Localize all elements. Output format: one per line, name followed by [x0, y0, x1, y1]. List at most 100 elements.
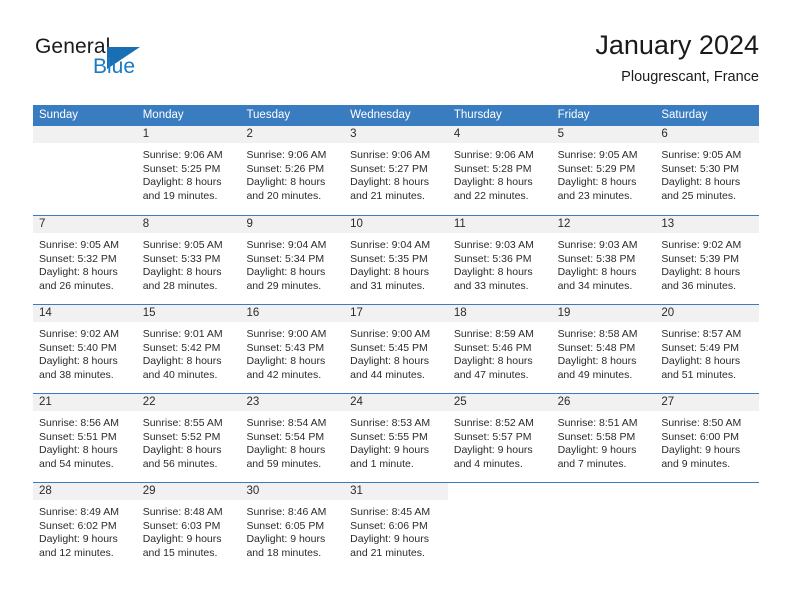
calendar-day-cell[interactable]: 7 Sunrise: 9:05 AM Sunset: 5:32 PM Daylight… — [33, 216, 137, 304]
sunset-text: Sunset: 6:06 PM — [350, 519, 428, 532]
sunrise-text: Sunrise: 8:57 AM — [661, 328, 742, 340]
day-details: Sunrise: 8:45 AM Sunset: 6:06 PM Daylight:… — [344, 500, 448, 560]
sunset-text: Sunset: 5:25 PM — [142, 162, 221, 175]
daylight-text: and 29 minutes. — [246, 279, 322, 292]
calendar-day-cell[interactable]: 12 Sunrise: 9:03 AM Sunset: 5:38 PM Dayligh… — [551, 216, 656, 304]
sunset-text: Sunset: 6:02 PM — [39, 519, 117, 532]
calendar-day-cell[interactable]: 28 Sunrise: 8:49 AM Sunset: 6:02 PM Dayligh… — [33, 483, 137, 571]
day-details: Sunrise: 9:02 AM Sunset: 5:40 PM Daylight:… — [33, 322, 137, 382]
calendar-day-cell[interactable]: 27 Sunrise: 8:50 AM Sunset: 6:00 PM Dayligh… — [655, 394, 760, 482]
daylight-text: Daylight: 8 hours — [246, 444, 326, 457]
sunrise-text: Sunrise: 9:04 AM — [350, 239, 431, 251]
calendar-day-cell[interactable]: 30 Sunrise: 8:46 AM Sunset: 6:05 PM Dayligh… — [240, 483, 345, 571]
calendar-day-cell[interactable]: 6 Sunrise: 9:05 AM Sunset: 5:30 PM Daylight… — [655, 126, 760, 215]
calendar-day-cell[interactable]: 8 Sunrise: 9:05 AM Sunset: 5:33 PM Daylight… — [136, 216, 241, 304]
calendar-weeks: 1 Sunrise: 9:06 AM Sunset: 5:25 PM Daylight… — [33, 126, 760, 571]
daylight-text: and 44 minutes. — [350, 368, 425, 381]
daylight-text: Daylight: 9 hours — [453, 444, 533, 457]
daylight-text: and 40 minutes. — [142, 368, 218, 381]
sunrise-text: Sunrise: 8:59 AM — [453, 328, 534, 340]
day-details: Sunrise: 8:53 AM Sunset: 5:55 PM Daylight:… — [344, 411, 448, 471]
daylight-text: Daylight: 8 hours — [142, 176, 222, 189]
calendar-day-cell[interactable]: 14 Sunrise: 9:02 AM Sunset: 5:40 PM Dayligh… — [33, 305, 137, 393]
daylight-text: and 42 minutes. — [246, 368, 322, 381]
calendar-cell-empty — [655, 483, 760, 571]
daylight-text: and 21 minutes. — [350, 546, 425, 559]
daylight-text: and 20 minutes. — [246, 189, 322, 202]
day-number: 12 — [551, 216, 656, 233]
sunrise-text: Sunrise: 9:06 AM — [350, 149, 431, 161]
daylight-text: Daylight: 8 hours — [557, 355, 637, 368]
calendar-day-cell[interactable]: 26 Sunrise: 8:51 AM Sunset: 5:58 PM Dayligh… — [551, 394, 656, 482]
calendar-cell-empty — [447, 483, 552, 571]
sunrise-text: Sunrise: 8:53 AM — [350, 417, 431, 429]
calendar-day-cell[interactable]: 31 Sunrise: 8:45 AM Sunset: 6:06 PM Dayligh… — [344, 483, 448, 571]
calendar-day-cell[interactable]: 3 Sunrise: 9:06 AM Sunset: 5:27 PM Daylight… — [344, 126, 448, 215]
calendar-day-cell[interactable]: 16 Sunrise: 9:00 AM Sunset: 5:43 PM Dayligh… — [240, 305, 345, 393]
calendar-day-cell[interactable]: 22 Sunrise: 8:55 AM Sunset: 5:52 PM Dayligh… — [136, 394, 241, 482]
calendar-week-row: 7 Sunrise: 9:05 AM Sunset: 5:32 PM Daylight… — [33, 215, 760, 304]
sunset-text: Sunset: 6:00 PM — [661, 430, 739, 443]
day-number: 14 — [33, 305, 137, 322]
day-details: Sunrise: 9:05 AM Sunset: 5:32 PM Daylight:… — [33, 233, 137, 293]
day-number: 7 — [33, 216, 137, 233]
daylight-text: Daylight: 8 hours — [453, 176, 533, 189]
daylight-text: and 23 minutes. — [557, 189, 633, 202]
sunrise-text: Sunrise: 9:05 AM — [557, 149, 638, 161]
day-number: 1 — [136, 126, 241, 143]
day-number — [447, 483, 552, 500]
sunset-text: Sunset: 5:28 PM — [453, 162, 532, 175]
day-number: 30 — [240, 483, 345, 500]
weekday-header-wednesday: Wednesday — [350, 109, 411, 121]
calendar-day-cell[interactable]: 4 Sunrise: 9:06 AM Sunset: 5:28 PM Daylight… — [447, 126, 552, 215]
calendar-day-cell[interactable]: 21 Sunrise: 8:56 AM Sunset: 5:51 PM Dayligh… — [33, 394, 137, 482]
sunrise-text: Sunrise: 9:00 AM — [246, 328, 327, 340]
sunrise-text: Sunrise: 9:03 AM — [557, 239, 638, 251]
sunrise-text: Sunrise: 8:50 AM — [661, 417, 742, 429]
daylight-text: Daylight: 8 hours — [661, 266, 741, 279]
sunrise-text: Sunrise: 8:55 AM — [142, 417, 223, 429]
general-blue-logo[interactable]: General Blue — [33, 36, 263, 94]
calendar-day-cell[interactable]: 10 Sunrise: 9:04 AM Sunset: 5:35 PM Dayligh… — [344, 216, 448, 304]
calendar-day-cell[interactable]: 24 Sunrise: 8:53 AM Sunset: 5:55 PM Dayligh… — [344, 394, 448, 482]
calendar-day-cell[interactable]: 17 Sunrise: 9:00 AM Sunset: 5:45 PM Dayligh… — [344, 305, 448, 393]
daylight-text: and 19 minutes. — [142, 189, 218, 202]
sunset-text: Sunset: 5:58 PM — [557, 430, 636, 443]
calendar-day-cell[interactable]: 25 Sunrise: 8:52 AM Sunset: 5:57 PM Dayligh… — [447, 394, 552, 482]
calendar-day-cell[interactable]: 2 Sunrise: 9:06 AM Sunset: 5:26 PM Daylight… — [240, 126, 345, 215]
daylight-text: Daylight: 8 hours — [39, 444, 118, 457]
calendar-day-cell[interactable]: 9 Sunrise: 9:04 AM Sunset: 5:34 PM Daylight… — [240, 216, 345, 304]
day-details: Sunrise: 8:46 AM Sunset: 6:05 PM Daylight:… — [240, 500, 344, 560]
calendar-day-cell[interactable]: 23 Sunrise: 8:54 AM Sunset: 5:54 PM Dayligh… — [240, 394, 345, 482]
calendar-day-cell[interactable]: 15 Sunrise: 9:01 AM Sunset: 5:42 PM Dayligh… — [136, 305, 241, 393]
day-number: 20 — [655, 305, 760, 322]
day-details: Sunrise: 9:06 AM Sunset: 5:27 PM Daylight:… — [344, 143, 448, 203]
daylight-text: Daylight: 8 hours — [246, 266, 326, 279]
day-details: Sunrise: 8:51 AM Sunset: 5:58 PM Daylight:… — [552, 411, 656, 471]
calendar-day-cell[interactable]: 5 Sunrise: 9:05 AM Sunset: 5:29 PM Daylight… — [551, 126, 656, 215]
calendar-week-row: 14 Sunrise: 9:02 AM Sunset: 5:40 PM Dayligh… — [33, 304, 760, 393]
daylight-text: Daylight: 8 hours — [350, 266, 429, 279]
calendar-day-cell[interactable]: 29 Sunrise: 8:48 AM Sunset: 6:03 PM Dayligh… — [136, 483, 241, 571]
day-number — [33, 126, 137, 143]
daylight-text: and 28 minutes. — [142, 279, 218, 292]
day-number: 21 — [33, 394, 137, 411]
calendar-day-cell[interactable]: 19 Sunrise: 8:58 AM Sunset: 5:48 PM Dayligh… — [551, 305, 656, 393]
sunrise-text: Sunrise: 9:06 AM — [453, 149, 534, 161]
day-details: Sunrise: 9:03 AM Sunset: 5:36 PM Daylight:… — [448, 233, 552, 293]
sunset-text: Sunset: 5:54 PM — [246, 430, 325, 443]
calendar-day-cell[interactable]: 20 Sunrise: 8:57 AM Sunset: 5:49 PM Dayligh… — [655, 305, 760, 393]
sunrise-text: Sunrise: 8:51 AM — [557, 417, 638, 429]
calendar-day-cell[interactable]: 1 Sunrise: 9:06 AM Sunset: 5:25 PM Daylight… — [136, 126, 241, 215]
daylight-text: Daylight: 8 hours — [453, 266, 533, 279]
calendar-day-cell[interactable]: 11 Sunrise: 9:03 AM Sunset: 5:36 PM Dayligh… — [447, 216, 552, 304]
daylight-text: and 9 minutes. — [661, 457, 731, 470]
calendar-day-cell[interactable]: 18 Sunrise: 8:59 AM Sunset: 5:46 PM Dayligh… — [447, 305, 552, 393]
day-number: 13 — [655, 216, 760, 233]
calendar-day-cell[interactable]: 13 Sunrise: 9:02 AM Sunset: 5:39 PM Dayligh… — [655, 216, 760, 304]
sunset-text: Sunset: 5:27 PM — [350, 162, 428, 175]
day-number: 9 — [240, 216, 345, 233]
day-details: Sunrise: 9:04 AM Sunset: 5:34 PM Daylight:… — [240, 233, 344, 293]
day-number: 16 — [240, 305, 345, 322]
day-number: 29 — [136, 483, 241, 500]
